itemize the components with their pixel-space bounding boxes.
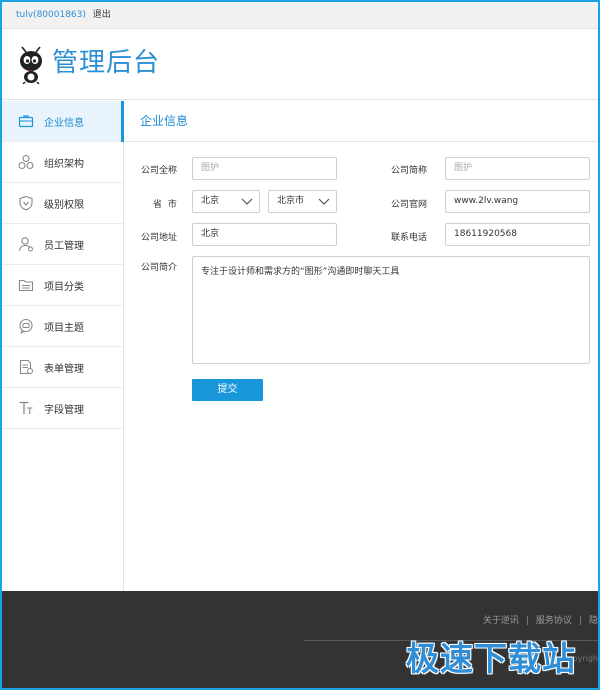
footer-link-privacy[interactable]: 隐 [589, 616, 598, 626]
address-label: 公司地址 [141, 233, 178, 243]
city-value: 北京市 [277, 196, 305, 206]
full-name-label: 公司全称 [141, 166, 178, 176]
brand-title: 管理后台 [52, 48, 161, 78]
sidebar-item-employees[interactable]: 员工管理 [2, 224, 123, 265]
sidebar-item-organization[interactable]: 组织架构 [2, 142, 123, 183]
sidebar-item-label: 项目分类 [44, 281, 84, 293]
sidebar-item-label: 字段管理 [44, 404, 84, 416]
full-name-input[interactable]: 图护 [192, 157, 337, 180]
sidebar-item-permissions[interactable]: 级别权限 [2, 183, 123, 224]
sidebar-item-label: 企业信息 [44, 117, 84, 129]
website-label: 公司官网 [391, 200, 428, 210]
sidebar-item-project-category[interactable]: 项目分类 [2, 265, 123, 306]
city-select[interactable]: 北京市 [268, 190, 337, 213]
short-name-label: 公司简称 [391, 166, 428, 176]
user-account-link[interactable]: tulv(80001863) [16, 10, 86, 20]
briefcase-icon [18, 115, 34, 128]
shield-icon [19, 195, 33, 211]
sidebar-item-label: 员工管理 [44, 240, 84, 252]
chevron-down-icon [241, 198, 253, 205]
form-icon [19, 359, 33, 375]
sidebar-item-project-topic[interactable]: 项目主题 [2, 306, 123, 347]
header: 管理后台 [2, 30, 598, 100]
page-title: 企业信息 [125, 101, 598, 142]
chevron-down-icon [318, 198, 330, 205]
sidebar-item-label: 组织架构 [44, 158, 84, 170]
logout-link[interactable]: 退出 [93, 10, 111, 20]
footer-link-terms[interactable]: 服务协议 [536, 616, 572, 626]
province-city-label: 省 市 [153, 200, 177, 210]
submit-button[interactable]: 提交 [192, 379, 263, 401]
footer-separator: | [578, 616, 582, 626]
intro-label: 公司简介 [141, 263, 178, 273]
short-name-input[interactable]: 图护 [445, 157, 590, 180]
ant-mascot-logo-icon [20, 46, 42, 84]
province-value: 北京 [201, 196, 220, 206]
sidebar: 企业信息 组织架构 级别权限 员工管理 项目分类 项目主题 表单管理 字段管理 [2, 101, 124, 591]
sidebar-item-field-management[interactable]: 字段管理 [2, 388, 123, 429]
address-input[interactable]: 北京 [192, 223, 337, 246]
phone-label: 联系电话 [391, 233, 428, 243]
text-field-icon [19, 401, 33, 414]
province-select[interactable]: 北京 [192, 190, 260, 213]
sidebar-item-label: 级别权限 [44, 199, 84, 211]
footer-links: 关于逆讯 | 服务协议 | 隐 [483, 613, 598, 626]
sidebar-item-label: 项目主题 [44, 322, 84, 334]
user-icon [18, 237, 33, 252]
org-chart-icon [18, 154, 34, 170]
main-content: 企业信息 公司全称 图护 公司简称 图护 省 市 北京 北京市 公司官网 www… [125, 101, 598, 591]
folder-icon [18, 279, 34, 292]
intro-textarea[interactable]: 专注于设计师和需求方的“图形”沟通即时聊天工具 [192, 256, 590, 364]
footer-link-about[interactable]: 关于逆讯 [483, 616, 519, 626]
sidebar-item-company-info[interactable]: 企业信息 [2, 101, 124, 142]
sidebar-item-label: 表单管理 [44, 363, 84, 375]
sidebar-item-form-management[interactable]: 表单管理 [2, 347, 123, 388]
phone-input[interactable]: 18611920568 [445, 223, 590, 246]
app-frame: tulv(80001863) 退出 管理后台 企业信息 组织架构 级别权限 员工… [0, 0, 600, 690]
website-input[interactable]: www.2lv.wang [445, 190, 590, 213]
watermark: 极速下载站 [406, 639, 576, 678]
top-bar: tulv(80001863) 退出 [2, 2, 598, 29]
footer-separator: | [525, 616, 529, 626]
chat-bubble-icon [19, 318, 33, 334]
